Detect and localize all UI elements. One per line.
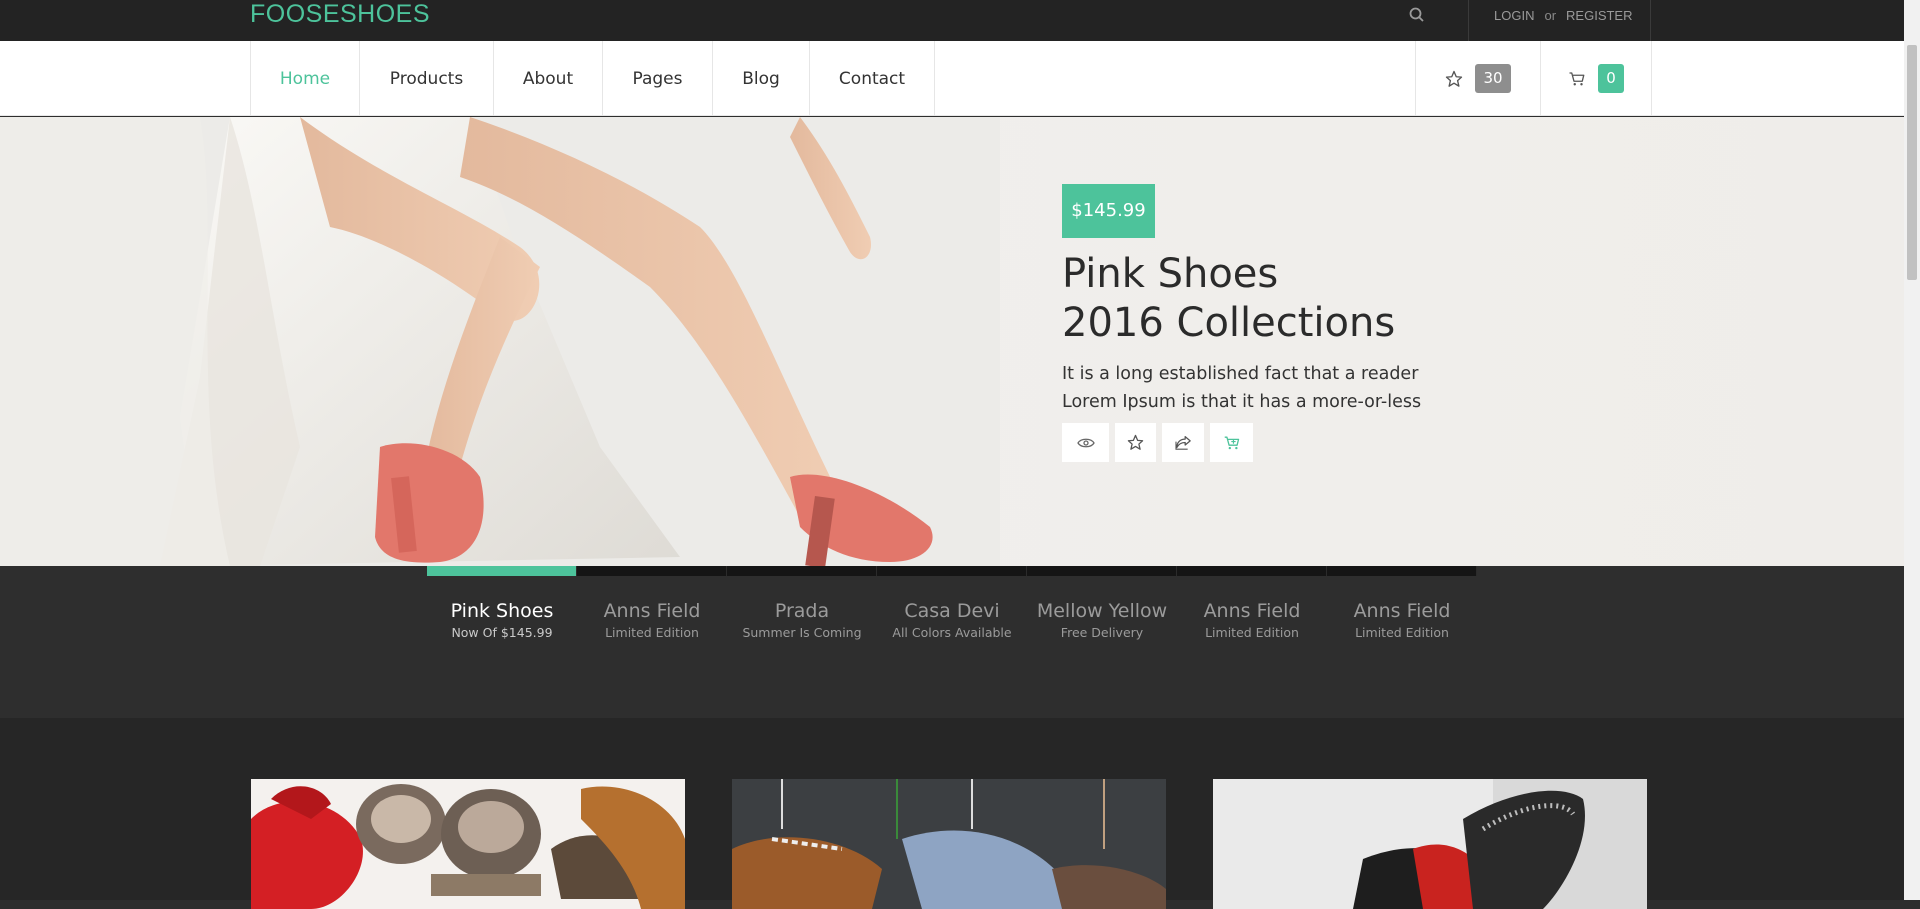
nav-item-pages[interactable]: Pages bbox=[603, 41, 713, 116]
product-card-image[interactable] bbox=[1213, 779, 1647, 909]
register-link[interactable]: REGISTER bbox=[1566, 8, 1632, 23]
share-button[interactable] bbox=[1162, 423, 1204, 462]
slider-tab[interactable]: Anns Field Limited Edition bbox=[577, 566, 727, 676]
product-image bbox=[732, 779, 1166, 909]
hero-title-line-2: 2016 Collections bbox=[1062, 300, 1396, 346]
nav-item-products[interactable]: Products bbox=[360, 41, 494, 116]
hero-price-tag: $145.99 bbox=[1062, 184, 1155, 238]
quick-view-button[interactable] bbox=[1062, 423, 1109, 462]
product-section bbox=[0, 718, 1904, 909]
login-link[interactable]: LOGIN bbox=[1494, 8, 1534, 23]
cart-add-icon bbox=[1224, 436, 1239, 449]
top-bar: FOOSESHOES LOGIN or REGISTER bbox=[0, 0, 1904, 41]
hero-description: It is a long established fact that a rea… bbox=[1062, 360, 1482, 416]
nav-menu: Home Products About Pages Blog Contact bbox=[250, 41, 935, 116]
tab-progress-bar bbox=[1027, 566, 1177, 576]
tab-title: Anns Field bbox=[1353, 600, 1451, 622]
slider-tab[interactable]: Casa Devi All Colors Available bbox=[877, 566, 1027, 676]
tab-subtitle: Limited Edition bbox=[605, 625, 699, 640]
add-to-wishlist-button[interactable] bbox=[1115, 423, 1156, 462]
slider-tabs: Pink Shoes Now Of $145.99 Anns Field Lim… bbox=[427, 566, 1477, 676]
product-image bbox=[1213, 779, 1647, 909]
hero-desc-line-1: It is a long established fact that a rea… bbox=[1062, 364, 1419, 384]
tab-progress-bar bbox=[577, 566, 727, 576]
tab-title: Mellow Yellow bbox=[1036, 600, 1168, 622]
tab-title: Casa Devi bbox=[904, 600, 1000, 622]
tab-progress-bar bbox=[727, 566, 877, 576]
tab-progress-bar bbox=[1327, 566, 1477, 576]
tab-progress-bar bbox=[1177, 566, 1327, 576]
slider-tabs-band: Pink Shoes Now Of $145.99 Anns Field Lim… bbox=[0, 566, 1904, 718]
hero-image bbox=[0, 117, 1000, 566]
slider-tab[interactable]: Anns Field Limited Edition bbox=[1327, 566, 1477, 676]
cart-count-badge: 0 bbox=[1598, 64, 1624, 93]
page-scrollbar[interactable] bbox=[1904, 0, 1920, 900]
tab-subtitle: All Colors Available bbox=[892, 625, 1012, 640]
divider bbox=[1468, 0, 1469, 41]
slider-tab[interactable]: Mellow Yellow Free Delivery bbox=[1027, 566, 1177, 676]
site-logo[interactable]: FOOSESHOES bbox=[250, 0, 430, 28]
divider bbox=[1650, 0, 1651, 41]
search-icon[interactable] bbox=[1408, 6, 1426, 24]
tab-subtitle: Limited Edition bbox=[1355, 625, 1449, 640]
tab-progress-bar bbox=[877, 566, 1027, 576]
scrollbar-thumb[interactable] bbox=[1907, 45, 1917, 280]
slider-tab[interactable]: Prada Summer Is Coming bbox=[727, 566, 877, 676]
slider-tab[interactable]: Pink Shoes Now Of $145.99 bbox=[427, 566, 577, 676]
hero-slider: $145.99 Pink Shoes 2016 Collections It i… bbox=[0, 117, 1904, 566]
tab-title: Anns Field bbox=[1203, 600, 1301, 622]
nav-item-contact[interactable]: Contact bbox=[810, 41, 935, 116]
add-to-cart-button[interactable] bbox=[1210, 423, 1253, 462]
eye-icon bbox=[1076, 438, 1095, 447]
star-icon bbox=[1446, 70, 1463, 87]
tab-progress-bar bbox=[427, 566, 577, 576]
star-icon bbox=[1127, 434, 1144, 450]
auth-or-text: or bbox=[1544, 8, 1557, 23]
tab-subtitle: Limited Edition bbox=[1205, 625, 1299, 640]
product-card-image[interactable] bbox=[251, 779, 685, 909]
hero-title-line-1: Pink Shoes bbox=[1062, 251, 1279, 297]
hero-actions bbox=[1062, 423, 1253, 462]
nav-item-blog[interactable]: Blog bbox=[713, 41, 810, 116]
cart-button[interactable]: 0 bbox=[1540, 41, 1652, 116]
tab-title: Pink Shoes bbox=[450, 600, 554, 622]
product-image bbox=[251, 779, 685, 909]
tab-subtitle: Now Of $145.99 bbox=[451, 625, 553, 640]
nav-item-about[interactable]: About bbox=[494, 41, 603, 116]
wishlist-count-badge: 30 bbox=[1475, 64, 1511, 93]
nav-item-home[interactable]: Home bbox=[251, 41, 360, 116]
tab-subtitle: Free Delivery bbox=[1060, 625, 1144, 640]
hero-desc-line-2: Lorem Ipsum is that it has a more-or-les… bbox=[1062, 392, 1422, 412]
share-icon bbox=[1174, 436, 1191, 450]
cart-icon bbox=[1569, 71, 1585, 85]
wishlist-button[interactable]: 30 bbox=[1415, 41, 1540, 116]
tab-subtitle: Summer Is Coming bbox=[742, 625, 862, 640]
slider-tab[interactable]: Anns Field Limited Edition bbox=[1177, 566, 1327, 676]
auth-links: LOGIN or REGISTER bbox=[1494, 8, 1633, 23]
hero-title: Pink Shoes 2016 Collections bbox=[1062, 250, 1395, 348]
tab-title: Anns Field bbox=[603, 600, 701, 622]
main-navbar: Home Products About Pages Blog Contact 3… bbox=[0, 41, 1904, 116]
product-card-image[interactable] bbox=[732, 779, 1166, 909]
tab-title: Prada bbox=[774, 600, 830, 622]
